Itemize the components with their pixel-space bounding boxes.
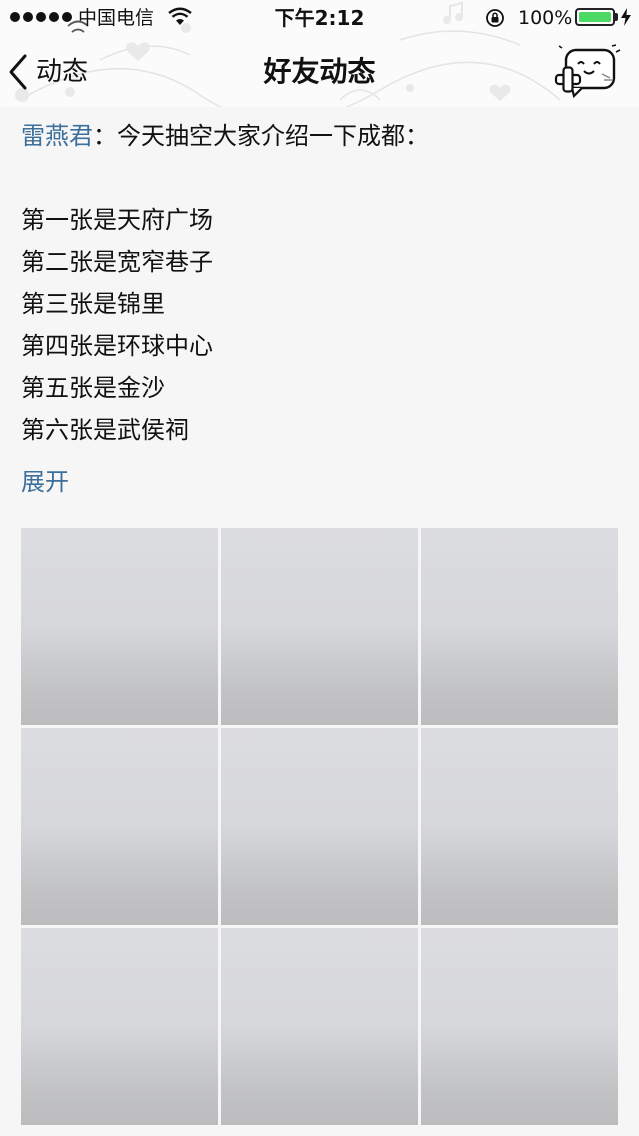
add-friend-icon[interactable]: [554, 44, 622, 100]
rotation-lock-icon: [486, 9, 504, 27]
post-text-line: 第三张是锦里: [21, 290, 165, 318]
post-text-line: 第四张是环球中心: [21, 332, 213, 360]
charging-icon: [621, 8, 631, 26]
post-text-line: 今天抽空大家介绍一下成都：: [117, 122, 429, 150]
post-body: 第一张是天府广场 第二张是宽窄巷子 第三张是锦里 第四张是环球中心 第五张是金沙…: [21, 199, 621, 451]
post-text-line: 第五张是金沙: [21, 374, 165, 402]
photo-thumbnail[interactable]: [221, 528, 418, 725]
status-bar: 中国电信 下午2:12 100%: [0, 0, 639, 36]
photo-thumbnail[interactable]: [21, 728, 218, 925]
post-text-line: 第二张是宽窄巷子: [21, 248, 213, 276]
author-name[interactable]: 雷燕君: [21, 122, 93, 150]
photo-grid: [21, 528, 618, 1125]
photo-thumbnail[interactable]: [221, 928, 418, 1125]
battery-icon: [575, 8, 615, 26]
post-text-line: 第六张是武侯祠: [21, 416, 189, 444]
navigation-bar: 动态 好友动态: [0, 36, 639, 107]
photo-thumbnail[interactable]: [21, 928, 218, 1125]
author-separator: ：: [93, 122, 117, 150]
top-bar: 中国电信 下午2:12 100% 动态 好友动态: [0, 0, 639, 107]
battery-fill: [579, 12, 611, 22]
photo-thumbnail[interactable]: [421, 728, 618, 925]
expand-link[interactable]: 展开: [21, 461, 69, 503]
post-content: 雷燕君：今天抽空大家介绍一下成都： 第一张是天府广场 第二张是宽窄巷子 第三张是…: [21, 115, 621, 503]
photo-thumbnail[interactable]: [221, 728, 418, 925]
page-title: 好友动态: [263, 55, 376, 88]
post-text-line: 第一张是天府广场: [21, 206, 213, 234]
screen: 中国电信 下午2:12 100% 动态 好友动态 雷燕君：今天抽空大家介绍一下成…: [0, 0, 639, 1136]
photo-thumbnail[interactable]: [421, 928, 618, 1125]
battery-tip: [615, 13, 618, 21]
post-first-line: 雷燕君：今天抽空大家介绍一下成都：: [21, 115, 621, 157]
battery-percent: 100%: [518, 7, 573, 29]
photo-thumbnail[interactable]: [21, 528, 218, 725]
photo-thumbnail[interactable]: [421, 528, 618, 725]
